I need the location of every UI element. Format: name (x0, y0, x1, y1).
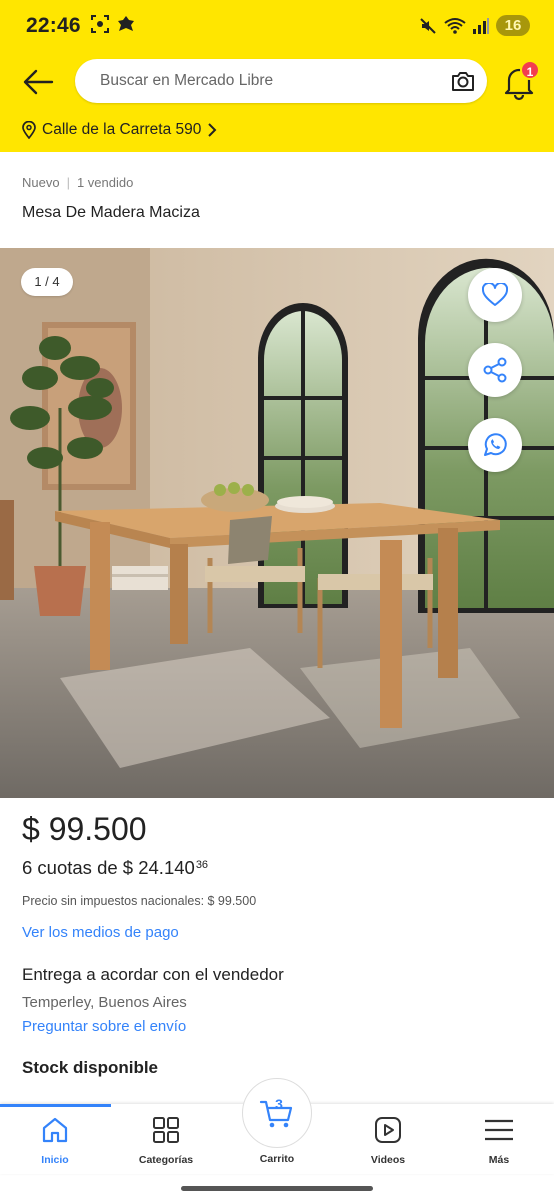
video-icon (375, 1117, 401, 1143)
nav-item-videos[interactable]: Videos (333, 1114, 443, 1166)
nav-item-mas[interactable]: Más (444, 1114, 554, 1166)
nav-label-carrito: Carrito (259, 1153, 295, 1165)
tax-note: Precio sin impuestos nacionales: $ 99.50… (22, 894, 257, 908)
status-right-icons: 16 (418, 15, 530, 36)
search-input[interactable]: Buscar en Mercado Libre (75, 59, 487, 103)
signal-icon (473, 17, 489, 34)
share-button[interactable] (468, 343, 522, 397)
delivery-info: Entrega a acordar con el vendedor (22, 965, 284, 984)
nav-item-inicio[interactable]: Inicio (0, 1114, 110, 1166)
status-time: 22:46 (26, 14, 81, 37)
condition-label: Nuevo (22, 175, 60, 190)
favorite-button[interactable] (468, 268, 522, 322)
nav-label-categorias: Categorías (138, 1154, 194, 1166)
installments-cents: 36 (195, 859, 209, 871)
delivery-address[interactable]: Calle de la Carreta 590 (22, 121, 217, 139)
heart-icon (482, 283, 508, 306)
stock-status: Stock disponible (22, 1058, 159, 1077)
gesture-bar[interactable] (181, 1186, 373, 1191)
ask-shipping-link[interactable]: Preguntar sobre el envío (22, 1018, 186, 1035)
nav-label-videos: Videos (370, 1154, 406, 1166)
mute-icon (420, 17, 436, 34)
whatsapp-icon (484, 433, 507, 456)
menu-icon (485, 1119, 513, 1141)
installments: 6 cuotas de $ 24.14036 (22, 857, 208, 879)
arrow-left-icon (23, 69, 54, 95)
share-icon (483, 357, 507, 383)
product-condition: Nuevo | 1 vendido (22, 175, 133, 190)
search-row: Buscar en Mercado Libre 1 (0, 58, 554, 104)
camera-search-button[interactable] (449, 67, 477, 95)
back-button[interactable] (20, 64, 56, 100)
product-image-gallery[interactable] (0, 248, 554, 798)
whatsapp-share-button[interactable] (468, 418, 522, 472)
divider: | (66, 175, 70, 190)
nav-label-mas: Más (488, 1154, 510, 1166)
notifications-button[interactable]: 1 (504, 60, 540, 101)
nav-label-inicio: Inicio (41, 1154, 69, 1166)
product-photo (0, 248, 554, 798)
payment-methods-link[interactable]: Ver los medios de pago (22, 924, 179, 941)
status-bar: 22:46 16 (0, 0, 554, 52)
cart-icon: 3 (259, 1096, 293, 1128)
grid-icon (153, 1117, 179, 1143)
cart-count: 3 (275, 1096, 283, 1112)
seller-location: Temperley, Buenos Aires (22, 994, 187, 1011)
nav-item-carrito[interactable]: 3 (242, 1078, 312, 1148)
screenshot-icon (91, 15, 109, 33)
wifi-icon (444, 17, 466, 34)
notification-badge: 1 (520, 60, 540, 80)
product-price: $ 99.500 (22, 811, 147, 847)
product-title: Mesa De Madera Maciza (22, 204, 200, 221)
status-left-icons (90, 14, 136, 34)
nav-item-categorias[interactable]: Categorías (111, 1114, 221, 1166)
address-text: Calle de la Carreta 590 (42, 121, 202, 138)
active-tab-indicator (0, 1104, 111, 1107)
search-placeholder: Buscar en Mercado Libre (100, 72, 274, 89)
camera-icon (452, 72, 474, 91)
home-icon (42, 1117, 68, 1143)
battery-indicator: 16 (496, 15, 530, 36)
image-counter: 1 / 4 (21, 268, 73, 296)
sold-count: 1 vendido (76, 175, 134, 190)
location-pin-icon (22, 121, 36, 139)
app-header: 22:46 16 Buscar en Mercado Libre 1 Calle… (0, 0, 554, 152)
chevron-right-icon (208, 123, 217, 137)
notification-app-icon (118, 16, 134, 31)
installments-amount: 6 cuotas de $ 24.140 (22, 857, 195, 878)
